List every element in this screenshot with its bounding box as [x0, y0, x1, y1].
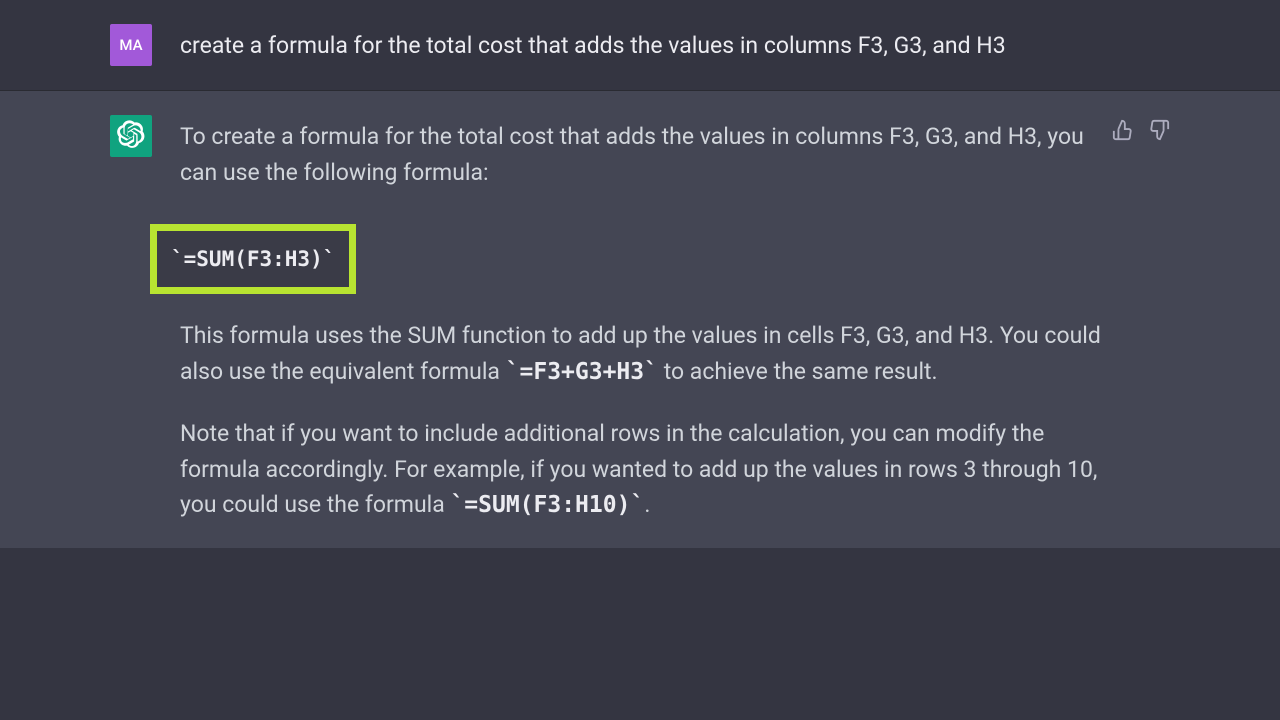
- user-prompt-text: create a formula for the total cost that…: [180, 24, 1170, 66]
- formula-inline-2: `=SUM(F3:H10)`: [450, 492, 644, 518]
- formula-inline-1: `=F3+G3+H3`: [506, 359, 658, 385]
- user-message-inner: MA create a formula for the total cost t…: [90, 24, 1190, 66]
- assistant-message-row: To create a formula for the total cost t…: [0, 91, 1280, 548]
- explain-suffix-text: to achieve the same result.: [658, 358, 938, 385]
- assistant-intro-text: To create a formula for the total cost t…: [180, 119, 1110, 190]
- formula-highlight-box: `=SUM(F3:H3)`: [150, 224, 356, 294]
- note-suffix-text: .: [644, 491, 650, 518]
- user-avatar-initials: MA: [119, 36, 142, 54]
- feedback-buttons: [1112, 119, 1170, 145]
- assistant-message-inner: To create a formula for the total cost t…: [90, 115, 1190, 524]
- thumbs-up-icon[interactable]: [1112, 119, 1134, 145]
- assistant-content: To create a formula for the total cost t…: [180, 115, 1170, 524]
- openai-logo-icon: [117, 120, 145, 152]
- user-message-row: MA create a formula for the total cost t…: [0, 0, 1280, 91]
- assistant-note-paragraph: Note that if you want to include additio…: [180, 416, 1110, 524]
- user-avatar: MA: [110, 24, 152, 66]
- assistant-explain-paragraph: This formula uses the SUM function to ad…: [180, 318, 1110, 390]
- assistant-avatar: [110, 115, 152, 157]
- thumbs-down-icon[interactable]: [1148, 119, 1170, 145]
- formula-highlighted-code: `=SUM(F3:H3)`: [171, 247, 335, 271]
